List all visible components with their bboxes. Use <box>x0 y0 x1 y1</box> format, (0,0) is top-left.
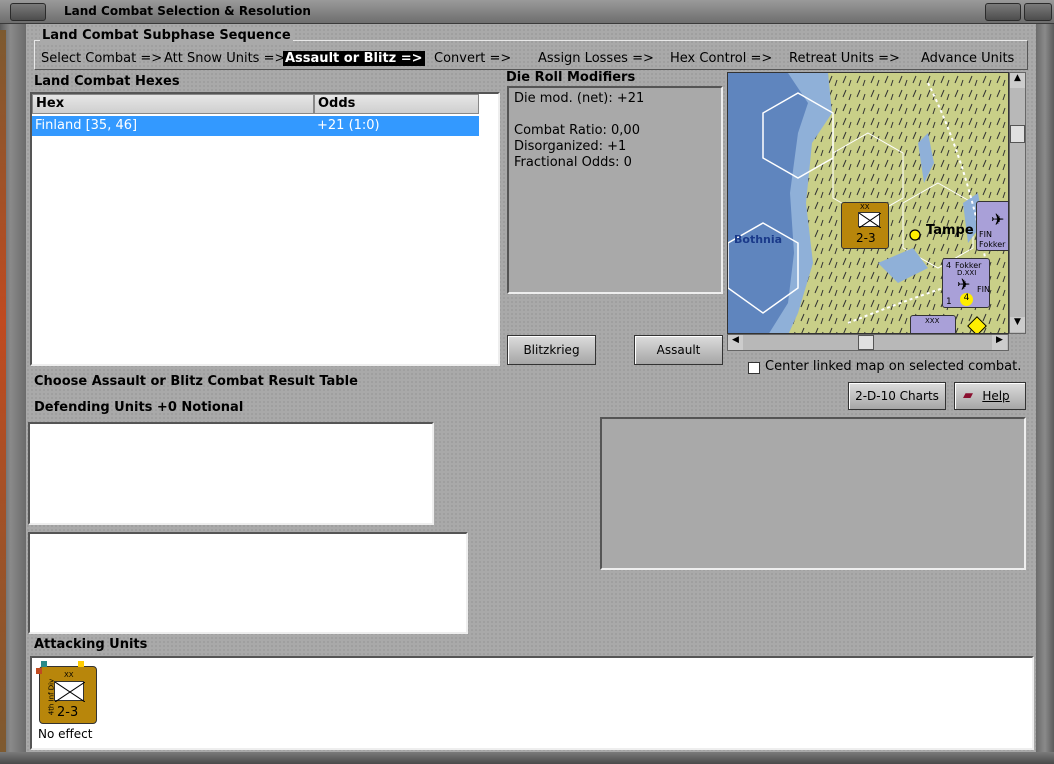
unit-size: XXX <box>925 317 940 325</box>
cell-odds: +21 (1:0) <box>317 118 380 133</box>
step-advance-units: Advance Units <box>921 51 1015 66</box>
window-frame-bottom <box>0 752 1054 764</box>
help-book-icon: ▰ <box>963 388 973 403</box>
blitzkrieg-button[interactable]: Blitzkrieg <box>507 335 596 365</box>
choose-crt-label: Choose Assault or Blitz Combat Result Ta… <box>34 374 358 389</box>
map-unit-infantry[interactable]: XX 2-3 <box>841 202 889 249</box>
infantry-icon <box>54 681 86 703</box>
unit-status-marker <box>36 668 42 674</box>
assault-button[interactable]: Assault <box>634 335 723 365</box>
scroll-up-icon[interactable]: ▲ <box>1010 73 1025 88</box>
attack-result: No effect <box>38 727 93 741</box>
unit-tag: FIN <box>977 285 990 294</box>
unit-size: XX <box>860 203 870 211</box>
unit-bottom-mid: 4 <box>960 293 973 306</box>
unit-strength: 2-3 <box>856 231 876 245</box>
combat-results-panel <box>600 417 1026 570</box>
minimize-button[interactable] <box>985 3 1021 21</box>
window-title: Land Combat Selection & Resolution <box>64 4 311 18</box>
window-frame-right <box>1036 24 1054 764</box>
map-label-city: Tampe <box>926 223 974 238</box>
step-hex-control: Hex Control => <box>670 51 773 66</box>
linked-map[interactable]: Bothnia Tampe XX 2-3 FIN Fokker ✈ 4 Fokk… <box>727 72 1009 334</box>
unit-status-marker <box>41 661 47 667</box>
help-button-label: Help <box>982 389 1010 403</box>
attacking-units-list[interactable]: XX 4th Inf Div 2-3 No effect <box>30 656 1034 750</box>
charts-button[interactable]: 2-D-10 Charts <box>848 382 946 410</box>
drm-line-disorganized: Disorganized: +1 <box>514 139 627 154</box>
table-row[interactable]: Finland [35, 46] +21 (1:0) <box>32 116 479 136</box>
close-button[interactable] <box>1024 3 1052 21</box>
map-horizontal-scrollbar[interactable]: ◀ ▶ <box>727 334 1009 351</box>
attacking-unit-counter[interactable]: XX 4th Inf Div 2-3 <box>36 661 97 724</box>
unit-status-marker <box>78 661 84 667</box>
subphase-label: Land Combat Subphase Sequence <box>40 28 293 43</box>
unit-size: XX <box>64 671 74 679</box>
center-map-checkbox[interactable] <box>748 362 760 374</box>
step-select-combat: Select Combat => <box>41 51 163 66</box>
drm-line-fractional: Fractional Odds: 0 <box>514 155 632 170</box>
unit-tag: FIN <box>979 230 992 239</box>
defender-details-panel <box>28 532 468 634</box>
infantry-icon <box>858 212 882 229</box>
drm-box: Die mod. (net): +21 Combat Ratio: 0,00 D… <box>507 86 723 294</box>
unit-top-value: 4 <box>946 261 952 270</box>
step-assign-losses: Assign Losses => <box>538 51 654 66</box>
hexes-label: Land Combat Hexes <box>34 74 180 89</box>
scroll-down-icon[interactable]: ▼ <box>1010 317 1025 332</box>
horizontal-scroll-thumb[interactable] <box>858 335 874 350</box>
drm-label: Die Roll Modifiers <box>506 70 636 85</box>
drm-line-ratio: Combat Ratio: 0,00 <box>514 123 640 138</box>
background-map-strip <box>0 30 6 760</box>
defending-units-list[interactable] <box>28 422 434 525</box>
cell-hex: Finland [35, 46] <box>35 118 138 133</box>
plane-icon: ✈ <box>957 275 971 294</box>
scroll-right-icon[interactable]: ▶ <box>992 335 1007 350</box>
column-header-odds[interactable]: Odds <box>314 94 479 114</box>
step-convert: Convert => <box>434 51 512 66</box>
map-label-sea: Bothnia <box>734 233 783 246</box>
defending-units-label: Defending Units +0 Notional <box>34 400 244 415</box>
attacking-units-label: Attacking Units <box>34 637 148 652</box>
step-assault-or-blitz: Assault or Blitz => <box>283 51 425 66</box>
map-unit-corps[interactable]: XXX <box>910 315 956 333</box>
column-header-hex[interactable]: Hex <box>32 94 314 114</box>
unit-bottom-left: 1 <box>946 297 952 307</box>
drm-line-blank <box>514 107 716 123</box>
system-menu-button[interactable] <box>10 3 46 21</box>
map-unit-fokker-1[interactable]: FIN Fokker ✈ <box>976 201 1008 251</box>
map-vertical-scrollbar[interactable]: ▲ ▼ <box>1009 72 1026 334</box>
help-button[interactable]: ▰ Help <box>954 382 1026 410</box>
center-map-label[interactable]: Center linked map on selected combat. <box>765 359 1021 374</box>
unit-name: Fokker <box>979 240 1006 249</box>
map-unit-fokker-2[interactable]: 4 Fokker D.XXI ✈ FIN 1 4 <box>942 258 990 308</box>
plane-icon: ✈ <box>991 210 1005 229</box>
scroll-left-icon[interactable]: ◀ <box>728 335 743 350</box>
drm-line-net: Die mod. (net): +21 <box>514 91 645 106</box>
step-retreat-units: Retreat Units => <box>789 51 900 66</box>
vertical-scroll-thumb[interactable] <box>1010 125 1025 143</box>
unit-strength: 2-3 <box>57 705 79 720</box>
step-att-snow-units: Att Snow Units => <box>164 51 286 66</box>
hexes-list[interactable]: Hex Odds Finland [35, 46] +21 (1:0) <box>30 92 500 366</box>
